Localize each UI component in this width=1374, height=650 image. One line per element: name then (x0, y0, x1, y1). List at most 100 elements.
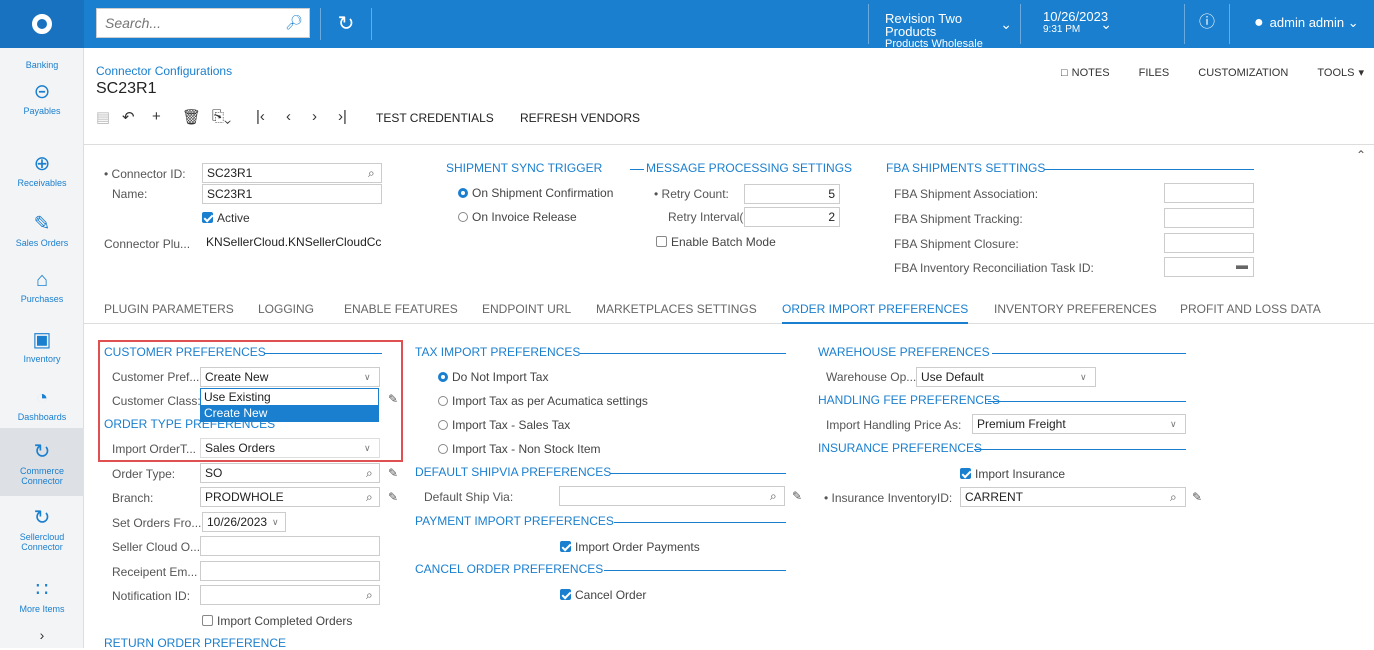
user-name: admin admin (1269, 15, 1345, 30)
sidebar-item-more-items[interactable]: ∷ More Items (0, 578, 84, 614)
tab-marketplaces-settings[interactable]: MARKETPLACES SETTINGS (596, 302, 757, 316)
sidebar-item-dashboards[interactable]: ◔ Dashboards (0, 386, 84, 422)
tab-endpoint-url[interactable]: ENDPOINT URL (482, 302, 571, 316)
search-icon[interactable]: ⌕ (366, 588, 373, 603)
divider (974, 449, 1186, 450)
seller-cloud-field[interactable] (200, 536, 380, 556)
last-record-icon[interactable]: ›| (338, 108, 347, 125)
customization-button[interactable]: CUSTOMIZATION (1198, 67, 1288, 79)
sidebar-item-payables[interactable]: ⊝ Payables (0, 80, 84, 116)
add-icon[interactable]: + (152, 108, 161, 125)
search-icon[interactable]: 🔎︎ (285, 14, 303, 31)
tax-radio-do-not-import[interactable]: Do Not Import Tax (438, 370, 548, 384)
tools-button[interactable]: TOOLS (1317, 67, 1354, 79)
calculator-icon[interactable]: ▬ (1236, 258, 1248, 272)
on-invoice-radio[interactable]: On Invoice Release (458, 210, 577, 224)
tab-inventory-preferences[interactable]: INVENTORY PREFERENCES (994, 302, 1157, 316)
checkbox-icon (560, 589, 571, 600)
sidebar-label: Sales Orders (15, 238, 69, 248)
fba-tracking-field[interactable] (1164, 208, 1254, 228)
tax-radio-non-stock[interactable]: Import Tax - Non Stock Item (438, 442, 601, 456)
search-icon[interactable]: ⌕ (366, 490, 373, 505)
edit-icon[interactable]: ✎ (388, 466, 398, 480)
retry-count-field[interactable]: 5 (744, 184, 840, 204)
import-insurance-checkbox[interactable]: Import Insurance (960, 467, 1065, 481)
import-payments-checkbox[interactable]: Import Order Payments (560, 540, 700, 554)
previous-record-icon[interactable]: ‹ (286, 108, 291, 125)
active-checkbox[interactable]: Active (202, 211, 250, 225)
sidebar-item-banking[interactable]: Banking (0, 60, 84, 70)
search-icon[interactable]: ⌕ (770, 489, 777, 504)
expand-sidebar-icon[interactable]: › (0, 628, 84, 642)
name-field[interactable]: SC23R1 (202, 184, 382, 204)
refresh-vendors-button[interactable]: REFRESH VENDORS (520, 111, 640, 125)
plugin-field[interactable]: KNSellerCloud.KNSellerCloudCc (202, 233, 382, 253)
breadcrumb[interactable]: Connector Configurations (96, 64, 232, 78)
delete-icon[interactable]: 🗑︎ (182, 108, 201, 126)
edit-icon[interactable]: ✎ (1192, 490, 1202, 504)
search-icon[interactable]: ⌕ (366, 466, 373, 481)
sidebar-item-sellercloud-connector[interactable]: ↻ Sellercloud Connector (0, 506, 84, 552)
search-input[interactable] (97, 9, 277, 37)
copy-paste-icon[interactable]: ⎘⌄ (212, 108, 231, 125)
ship-via-field[interactable] (559, 486, 785, 506)
sidebar-label: Dashboards (17, 412, 67, 422)
import-completed-checkbox[interactable]: Import Completed Orders (202, 614, 352, 628)
batch-mode-checkbox[interactable]: Enable Batch Mode (656, 235, 776, 249)
tab-enable-features[interactable]: ENABLE FEATURES (344, 302, 458, 316)
branch-field[interactable]: PRODWHOLE (200, 487, 380, 507)
sidebar-item-receivables[interactable]: ⊕ Receivables (0, 152, 84, 188)
search-icon[interactable]: ⌕ (368, 166, 375, 181)
sync-icon: ↻ (33, 441, 51, 463)
divider (580, 353, 786, 354)
acumatica-logo[interactable] (0, 0, 84, 48)
sidebar-label: More Items (19, 604, 65, 614)
edit-icon[interactable]: ✎ (792, 489, 802, 503)
radio-icon (438, 372, 448, 382)
order-type-field[interactable]: SO (200, 463, 380, 483)
tax-radio-sales-tax[interactable]: Import Tax - Sales Tax (438, 418, 570, 432)
section-title: TAX IMPORT PREFERENCES (415, 345, 581, 359)
cancel-order-checkbox[interactable]: Cancel Order (560, 588, 646, 602)
user-menu[interactable]: ● admin admin ⌄ (1242, 4, 1374, 44)
search-box[interactable]: 🔎︎ (96, 8, 310, 38)
help-icon[interactable]: ⓘ (1184, 4, 1230, 44)
handling-select[interactable]: Premium Freight (972, 414, 1186, 434)
tax-radio-acumatica[interactable]: Import Tax as per Acumatica settings (438, 394, 648, 408)
retry-interval-field[interactable]: 2 (744, 207, 840, 227)
first-record-icon[interactable]: |‹ (256, 108, 265, 125)
truck-icon: ▣ (32, 329, 52, 351)
tab-profit-and-loss-data[interactable]: PROFIT AND LOSS DATA (1180, 302, 1321, 316)
receipient-email-field[interactable] (200, 561, 380, 581)
tab-order-import-preferences[interactable]: ORDER IMPORT PREFERENCES (782, 302, 969, 324)
sidebar-item-purchases[interactable]: ⌂ Purchases (0, 268, 84, 304)
save-icon[interactable]: ▤ (96, 108, 110, 126)
on-shipment-radio[interactable]: On Shipment Confirmation (458, 186, 613, 200)
company-selector[interactable]: Revision Two Products Products Wholesale… (868, 4, 1020, 50)
sidebar-item-inventory[interactable]: ▣ Inventory (0, 328, 84, 364)
next-record-icon[interactable]: › (312, 108, 317, 125)
tab-logging[interactable]: LOGGING (258, 302, 314, 316)
test-credentials-button[interactable]: TEST CREDENTIALS (376, 111, 494, 125)
divider (604, 570, 786, 571)
history-icon[interactable]: ↻ (320, 8, 372, 40)
search-icon[interactable]: ⌕ (1170, 490, 1177, 505)
date-selector[interactable]: 10/26/2023 9:31 PM ⌄ (1020, 4, 1120, 44)
divider (614, 522, 786, 523)
retry-interval-label: Retry Interval(... (668, 210, 754, 224)
connector-id-field[interactable]: SC23R1 (202, 163, 382, 183)
fba-closure-field[interactable] (1164, 233, 1254, 253)
radio-icon (458, 188, 468, 198)
insurance-inventory-field[interactable]: CARRENT (960, 487, 1186, 507)
edit-icon[interactable]: ✎ (388, 490, 398, 504)
notes-button[interactable]: NOTES (1072, 67, 1110, 79)
files-button[interactable]: FILES (1139, 67, 1170, 79)
notification-id-field[interactable] (200, 585, 380, 605)
collapse-icon[interactable]: ⌃ (1356, 148, 1366, 162)
tab-plugin-parameters[interactable]: PLUGIN PARAMETERS (104, 302, 234, 316)
undo-icon[interactable]: ↶ (122, 108, 135, 126)
warehouse-select[interactable]: Use Default (916, 367, 1096, 387)
sidebar-item-sales-orders[interactable]: ✎ Sales Orders (0, 212, 84, 248)
fba-assoc-field[interactable] (1164, 183, 1254, 203)
sidebar-item-commerce-connector[interactable]: ↻ Commerce Connector (0, 428, 84, 496)
